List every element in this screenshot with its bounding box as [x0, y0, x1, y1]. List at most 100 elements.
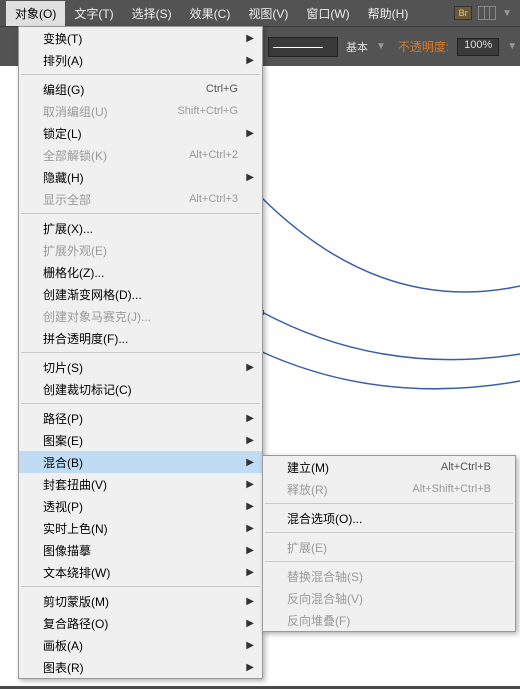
blend-submenu: 建立(M)Alt+Ctrl+B释放(R)Alt+Shift+Ctrl+B混合选项…: [262, 455, 516, 632]
menu-item-shortcut: Alt+Ctrl+3: [189, 193, 238, 205]
menu-separator: [21, 352, 260, 353]
menu-item-label: 图案(E): [43, 432, 238, 449]
menu-item-label: 隐藏(H): [43, 169, 238, 186]
menu-separator: [265, 503, 513, 504]
menu-item-label: 路径(P): [43, 410, 238, 427]
submenu-arrow-icon: ▶: [246, 662, 254, 673]
object-menu-item-6: 全部解锁(K)Alt+Ctrl+2: [19, 144, 262, 166]
menu-separator: [265, 532, 513, 533]
object-menu-item-25[interactable]: 实时上色(N)▶: [19, 517, 262, 539]
menu-item-shortcut: Alt+Shift+Ctrl+B: [412, 483, 491, 495]
object-menu-item-26[interactable]: 图像描摹 ▶: [19, 539, 262, 561]
menu-item-label: 复合路径(O): [43, 615, 238, 632]
menu-separator: [265, 561, 513, 562]
menu-item-label: 扩展外观(E): [43, 242, 238, 259]
submenu-arrow-icon: ▶: [246, 523, 254, 534]
object-menu-item-20[interactable]: 路径(P)▶: [19, 407, 262, 429]
menu-item-label: 替换混合轴(S): [287, 568, 491, 585]
object-menu-item-18[interactable]: 创建裁切标记(C): [19, 378, 262, 400]
menu-text[interactable]: 文字(T): [65, 1, 122, 26]
menu-item-label: 扩展(X)...: [43, 220, 238, 237]
object-menu-item-1[interactable]: 排列(A)▶: [19, 49, 262, 71]
menu-item-label: 画板(A): [43, 637, 238, 654]
menu-item-label: 建立(M): [287, 459, 441, 476]
chevron-down-icon[interactable]: ▼: [507, 41, 517, 52]
menu-item-label: 透视(P): [43, 498, 238, 515]
menu-item-label: 混合选项(O)...: [287, 510, 491, 527]
menu-item-shortcut: Ctrl+G: [206, 83, 238, 95]
object-menu-item-4: 取消编组(U)Shift+Ctrl+G: [19, 100, 262, 122]
object-menu-item-11: 扩展外观(E): [19, 239, 262, 261]
object-menu-item-17[interactable]: 切片(S)▶: [19, 356, 262, 378]
object-menu-item-12[interactable]: 栅格化(Z)...: [19, 261, 262, 283]
chevron-down-icon[interactable]: ▼: [502, 8, 512, 19]
menu-window[interactable]: 窗口(W): [297, 1, 358, 26]
menu-item-label: 显示全部: [43, 191, 189, 208]
bridge-icon[interactable]: Br: [454, 6, 472, 20]
menu-item-label: 排列(A): [43, 52, 238, 69]
menu-item-shortcut: Shift+Ctrl+G: [177, 105, 238, 117]
blend-submenu-item-3[interactable]: 混合选项(O)...: [263, 507, 515, 529]
menubar-icons: Br ▼: [454, 6, 520, 20]
object-menu-item-15[interactable]: 拼合透明度(F)...: [19, 327, 262, 349]
menu-item-label: 释放(R): [287, 481, 412, 498]
object-menu-item-27[interactable]: 文本绕排(W)▶: [19, 561, 262, 583]
menu-item-label: 反向堆叠(F): [287, 612, 491, 629]
menu-item-label: 图表(R): [43, 659, 238, 676]
opacity-label: 不透明度:: [398, 38, 449, 55]
opacity-input[interactable]: 100%: [457, 38, 499, 56]
menu-item-label: 剪切蒙版(M): [43, 593, 238, 610]
menu-item-label: 全部解锁(K): [43, 147, 189, 164]
submenu-arrow-icon: ▶: [246, 362, 254, 373]
object-menu-item-10[interactable]: 扩展(X)...: [19, 217, 262, 239]
submenu-arrow-icon: ▶: [246, 172, 254, 183]
object-menu-item-0[interactable]: 变换(T)▶: [19, 27, 262, 49]
menu-item-label: 图像描摹: [43, 542, 238, 559]
menu-view[interactable]: 视图(V): [239, 1, 297, 26]
menu-item-label: 文本绕排(W): [43, 564, 238, 581]
menubar: 对象(O) 文字(T) 选择(S) 效果(C) 视图(V) 窗口(W) 帮助(H…: [0, 0, 520, 26]
object-menu-item-24[interactable]: 透视(P)▶: [19, 495, 262, 517]
object-menu-item-30[interactable]: 复合路径(O)▶: [19, 612, 262, 634]
object-menu-dropdown: 变换(T)▶排列(A)▶编组(G)Ctrl+G取消编组(U)Shift+Ctrl…: [18, 26, 263, 679]
menu-separator: [21, 213, 260, 214]
menu-item-label: 创建渐变网格(D)...: [43, 286, 238, 303]
menu-item-label: 栅格化(Z)...: [43, 264, 238, 281]
submenu-arrow-icon: ▶: [246, 545, 254, 556]
menu-item-label: 创建裁切标记(C): [43, 381, 238, 398]
menu-select[interactable]: 选择(S): [123, 1, 181, 26]
menu-item-label: 创建对象马赛克(J)...: [43, 308, 238, 325]
menu-help[interactable]: 帮助(H): [359, 1, 418, 26]
menu-effect[interactable]: 效果(C): [181, 1, 240, 26]
submenu-arrow-icon: ▶: [246, 128, 254, 139]
object-menu-item-29[interactable]: 剪切蒙版(M) ▶: [19, 590, 262, 612]
chevron-down-icon[interactable]: ▼: [376, 41, 386, 52]
blend-submenu-item-1: 释放(R)Alt+Shift+Ctrl+B: [263, 478, 515, 500]
stroke-preview[interactable]: [268, 37, 338, 57]
blend-submenu-item-9: 反向堆叠(F): [263, 609, 515, 631]
submenu-arrow-icon: ▶: [246, 33, 254, 44]
object-menu-item-5[interactable]: 锁定(L) ▶: [19, 122, 262, 144]
blend-submenu-item-8: 反向混合轴(V): [263, 587, 515, 609]
menu-item-label: 拼合透明度(F)...: [43, 330, 238, 347]
object-menu-item-13[interactable]: 创建渐变网格(D)...: [19, 283, 262, 305]
menu-item-label: 混合(B): [43, 454, 238, 471]
object-menu-item-22[interactable]: 混合(B)▶: [19, 451, 262, 473]
menu-item-label: 反向混合轴(V): [287, 590, 491, 607]
blend-submenu-item-0[interactable]: 建立(M)Alt+Ctrl+B: [263, 456, 515, 478]
object-menu-item-23[interactable]: 封套扭曲(V)▶: [19, 473, 262, 495]
menu-item-label: 编组(G): [43, 81, 206, 98]
object-menu-item-7[interactable]: 隐藏(H) ▶: [19, 166, 262, 188]
menu-item-shortcut: Alt+Ctrl+B: [441, 461, 491, 473]
menu-object[interactable]: 对象(O): [6, 1, 65, 26]
submenu-arrow-icon: ▶: [246, 596, 254, 607]
object-menu-item-21[interactable]: 图案(E)▶: [19, 429, 262, 451]
menu-item-label: 锁定(L): [43, 125, 238, 142]
stroke-preset-label: 基本: [346, 39, 368, 55]
blend-submenu-item-5: 扩展(E): [263, 536, 515, 558]
object-menu-item-32[interactable]: 图表(R) ▶: [19, 656, 262, 678]
workspace-switcher-icon[interactable]: [478, 6, 496, 20]
object-menu-item-14: 创建对象马赛克(J)...: [19, 305, 262, 327]
object-menu-item-31[interactable]: 画板(A)▶: [19, 634, 262, 656]
object-menu-item-3[interactable]: 编组(G)Ctrl+G: [19, 78, 262, 100]
